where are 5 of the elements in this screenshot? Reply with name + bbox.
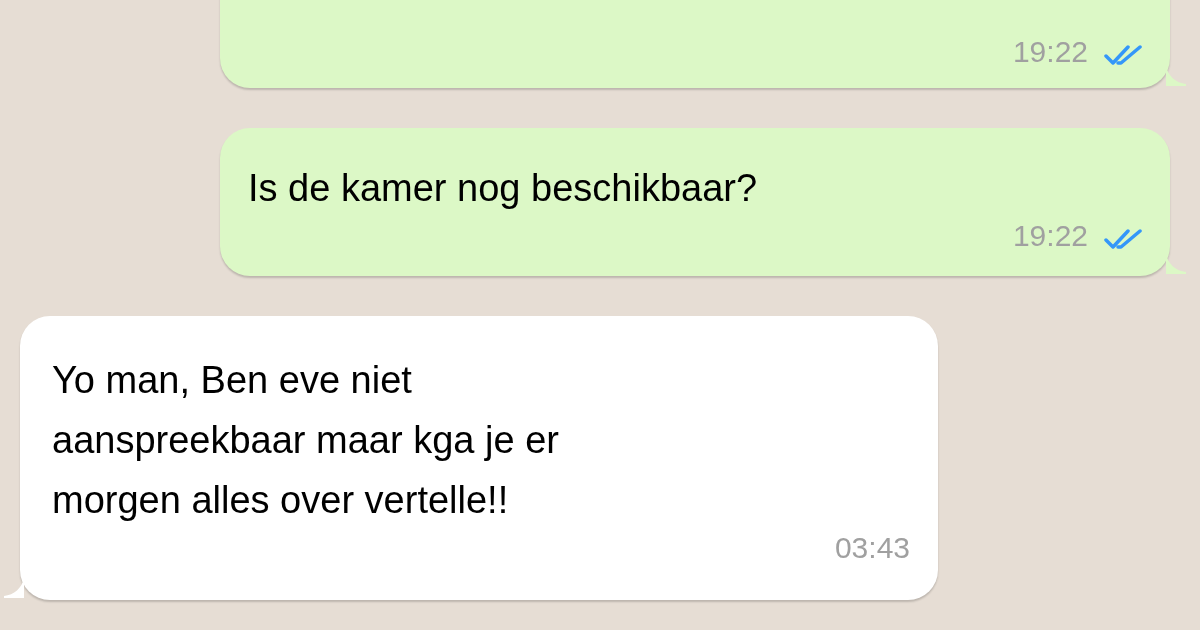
message-text: Yo man, Ben eve niet aanspreekbaar maar kga je er morgen alles over vertelle!! bbox=[52, 358, 560, 523]
message-time: 03:43 bbox=[834, 530, 910, 566]
message-time: 19:22 bbox=[1012, 34, 1088, 70]
message-time: 19:22 bbox=[1012, 218, 1088, 254]
message-text: Is de kamer nog beschikbaar? bbox=[248, 166, 759, 211]
